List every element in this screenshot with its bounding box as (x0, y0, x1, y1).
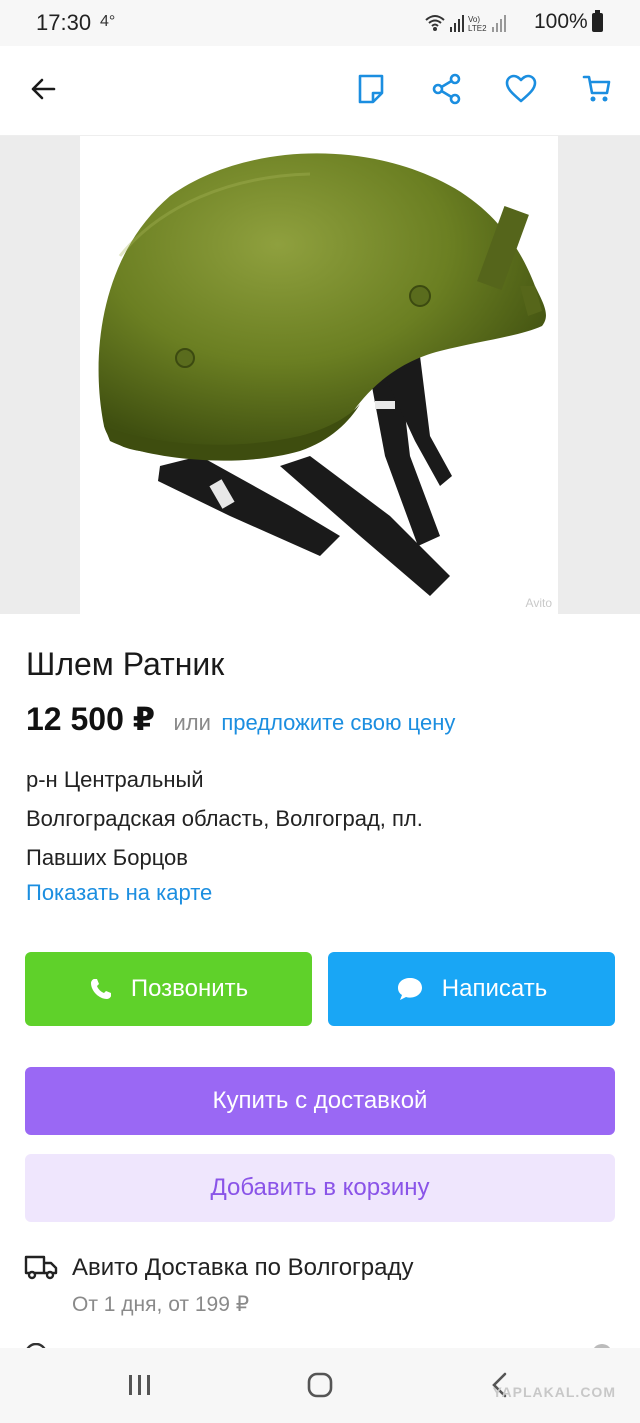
signal-icons: Vo) LTE2 (425, 15, 506, 33)
note-button[interactable] (348, 66, 394, 112)
truck-icon (24, 1255, 58, 1280)
call-button-label: Позвонить (130, 975, 249, 1002)
arrow-left-icon (31, 78, 56, 100)
buy-button-label: Купить с доставкой (212, 1087, 428, 1114)
listing-price: 12 500 ₽ (26, 701, 156, 737)
helmet-photo (98, 153, 546, 596)
phone-icon (89, 977, 113, 1001)
product-photo[interactable]: Avito (80, 136, 558, 614)
price-or-text: или (173, 710, 211, 735)
wifi-icon (425, 15, 445, 27)
write-button-label: Написать (441, 975, 548, 1002)
photo-watermark: Avito (525, 596, 552, 610)
photo-gallery[interactable]: Avito (0, 136, 640, 614)
recent-apps-button[interactable] (120, 1368, 160, 1402)
cell-signal-icon (450, 15, 464, 32)
share-button[interactable] (424, 66, 470, 112)
cart-icon (582, 75, 611, 102)
cell-signal-2-icon (492, 15, 506, 32)
price-row: 12 500 ₽ или предложите свою цену (26, 700, 455, 740)
site-watermark: YAPLAKAL.COM (492, 1384, 616, 1400)
back-button[interactable] (20, 66, 66, 112)
svg-text:LTE2: LTE2 (468, 24, 487, 33)
home-icon (307, 1372, 333, 1398)
note-icon (358, 74, 384, 104)
call-button[interactable]: Позвонить (25, 952, 312, 1026)
listing-district: р-н Центральный (26, 767, 204, 792)
heart-icon (505, 74, 537, 103)
write-button[interactable]: Написать (328, 952, 615, 1026)
delivery-title: Авито Доставка по Волгограду (72, 1254, 414, 1281)
recent-apps-icon (129, 1375, 150, 1395)
listing-title: Шлем Ратник (26, 646, 225, 682)
add-to-cart-label: Добавить в корзину (210, 1174, 430, 1201)
buy-with-delivery-button[interactable]: Купить с доставкой (25, 1067, 615, 1135)
battery-icon (592, 10, 603, 32)
app-header (0, 46, 640, 136)
status-bar: 17:30 4° Vo) LTE2 100% (0, 0, 640, 46)
add-to-cart-button[interactable]: Добавить в корзину (25, 1154, 615, 1222)
show-on-map-link[interactable]: Показать на карте (26, 880, 212, 906)
status-time: 17:30 (36, 10, 92, 35)
share-icon (432, 73, 461, 105)
cart-button[interactable] (574, 66, 620, 112)
favorite-button[interactable] (498, 66, 544, 112)
status-temperature: 4° (100, 13, 116, 30)
listing-address-line1: Волгоградская область, Волгоград, пл. (26, 806, 423, 831)
delivery-subtitle: От 1 дня, от 199 ₽ (72, 1293, 250, 1316)
lte-label: Vo) (468, 15, 480, 24)
home-button[interactable] (300, 1368, 340, 1402)
chat-bubble-icon (396, 976, 424, 1002)
offer-price-link[interactable]: предложите свою цену (221, 710, 455, 735)
battery-percent: 100% (534, 10, 588, 33)
listing-address-line2: Павших Борцов (26, 845, 188, 870)
